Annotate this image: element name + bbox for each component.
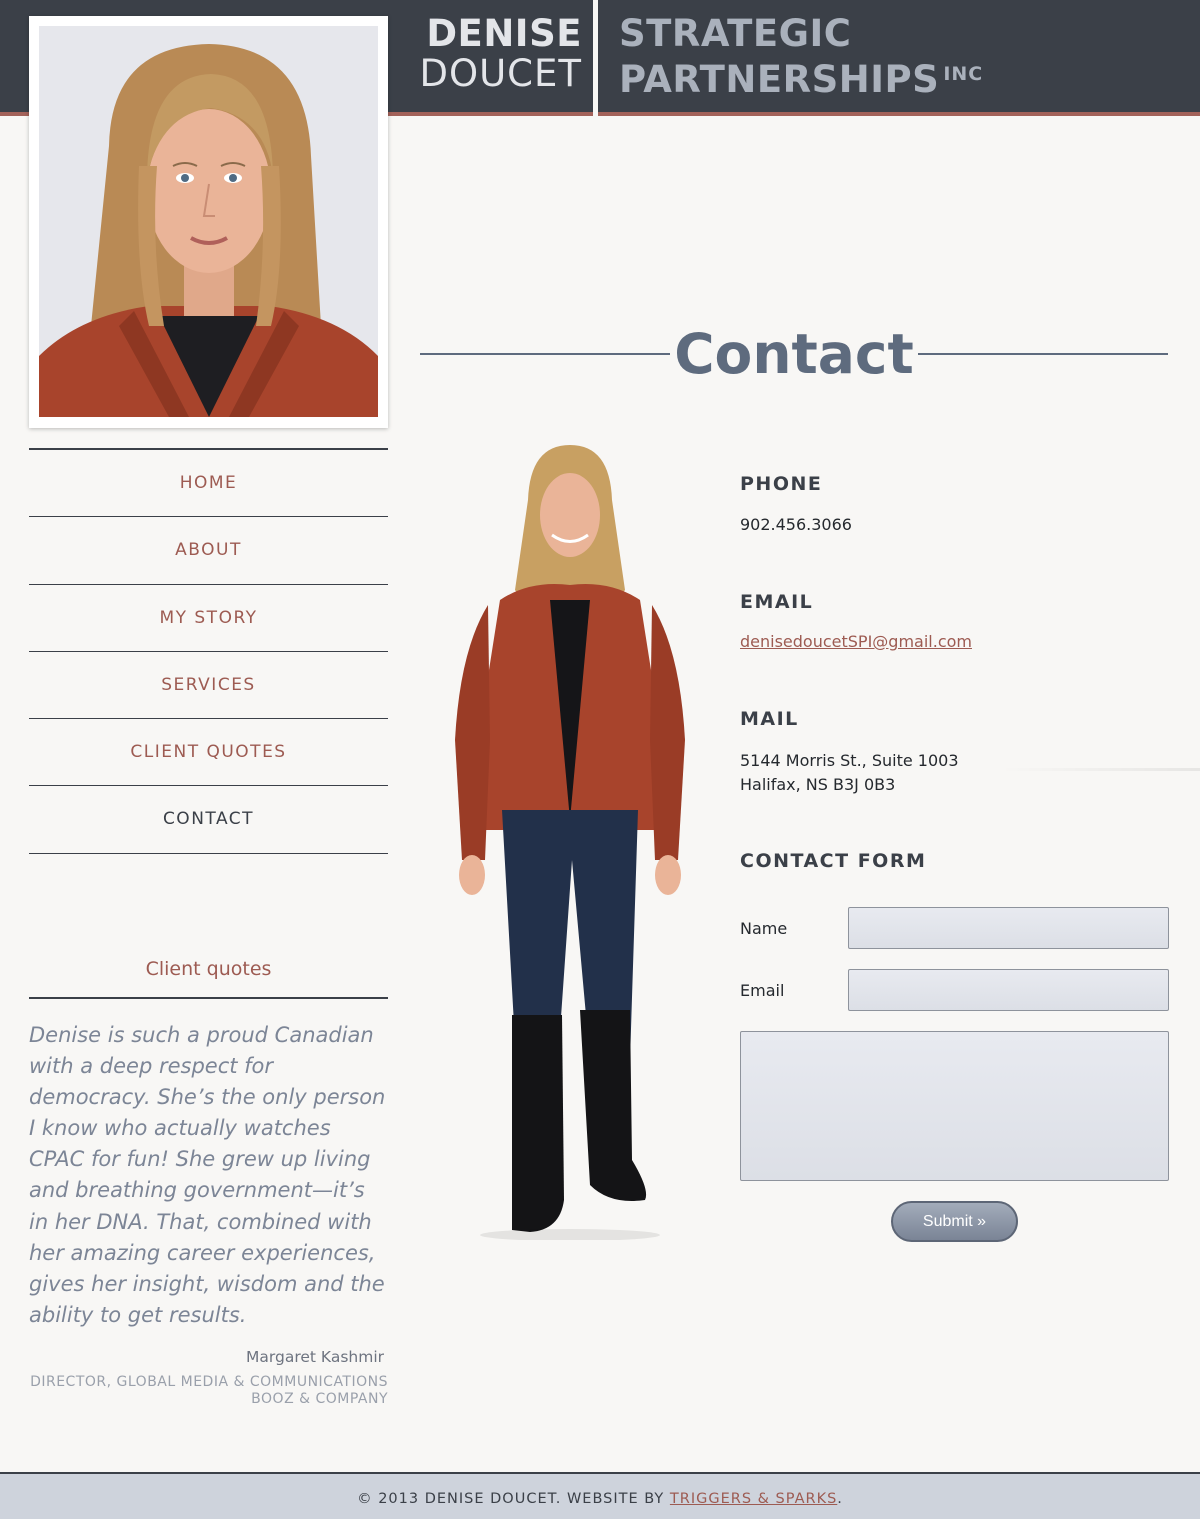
name-input[interactable] <box>848 907 1169 949</box>
contact-form-heading: CONTACT FORM <box>740 850 927 872</box>
mail-heading: MAIL <box>740 708 799 730</box>
client-quote-text: Denise is such a proud Canadian with a d… <box>29 1023 386 1327</box>
footer-credit-link[interactable]: TRIGGERS & SPARKS <box>670 1491 837 1507</box>
brand-first-name: DENISE <box>426 12 582 55</box>
company-name-logo[interactable]: STRATEGIC PARTNERSHIPS INC <box>619 14 983 100</box>
mail-address-line1: 5144 Morris St., Suite 1003 <box>740 751 959 770</box>
submit-button[interactable]: Submit » <box>891 1201 1018 1242</box>
nav-item-contact[interactable]: CONTACT <box>29 786 388 854</box>
title-rule-left <box>420 353 670 355</box>
main-nav: HOME ABOUT MY STORY SERVICES CLIENT QUOT… <box>29 448 388 854</box>
nav-item-about[interactable]: ABOUT <box>29 517 388 585</box>
mail-address-line2: Halifax, NS B3J 0B3 <box>740 775 896 794</box>
company-name-line1: STRATEGIC <box>619 12 852 55</box>
client-quotes-rule <box>29 997 388 999</box>
full-body-photo <box>440 440 700 1241</box>
email-label: Email <box>740 981 785 1000</box>
name-label: Name <box>740 919 788 938</box>
title-rule-right <box>918 353 1168 355</box>
nav-item-my-story[interactable]: MY STORY <box>29 585 388 652</box>
nav-item-home[interactable]: HOME <box>29 450 388 518</box>
message-textarea[interactable] <box>740 1031 1169 1181</box>
footer-period: . <box>837 1491 843 1507</box>
email-link[interactable]: denisedoucetSPI@gmail.com <box>740 632 972 651</box>
portrait-photo <box>39 26 378 417</box>
brand-name-logo[interactable]: DENISE DOUCET <box>392 14 582 94</box>
company-name-line2: PARTNERSHIPS <box>619 58 940 101</box>
brand-last-name: DOUCET <box>419 52 582 95</box>
page-title: Contact <box>674 322 914 386</box>
email-heading: EMAIL <box>740 591 814 613</box>
footer-copyright: © 2013 DENISE DOUCET. WEBSITE BY <box>357 1491 665 1507</box>
client-quote-author: Margaret Kashmir <box>246 1348 384 1366</box>
company-suffix: INC <box>943 63 984 85</box>
footer: © 2013 DENISE DOUCET. WEBSITE BY TRIGGER… <box>0 1472 1200 1519</box>
header-divider <box>593 0 598 116</box>
client-quote-role: DIRECTOR, GLOBAL MEDIA & COMMUNICATIONS … <box>30 1374 388 1407</box>
nav-item-services[interactable]: SERVICES <box>29 652 388 720</box>
phone-heading: PHONE <box>740 473 823 495</box>
phone-number: 902.456.3066 <box>740 515 852 534</box>
portrait-frame <box>29 16 388 428</box>
decorative-shadow <box>1000 768 1200 771</box>
client-quotes-title: Client quotes <box>145 958 272 980</box>
email-input[interactable] <box>848 969 1169 1011</box>
nav-item-client-quotes[interactable]: CLIENT QUOTES <box>29 719 388 787</box>
